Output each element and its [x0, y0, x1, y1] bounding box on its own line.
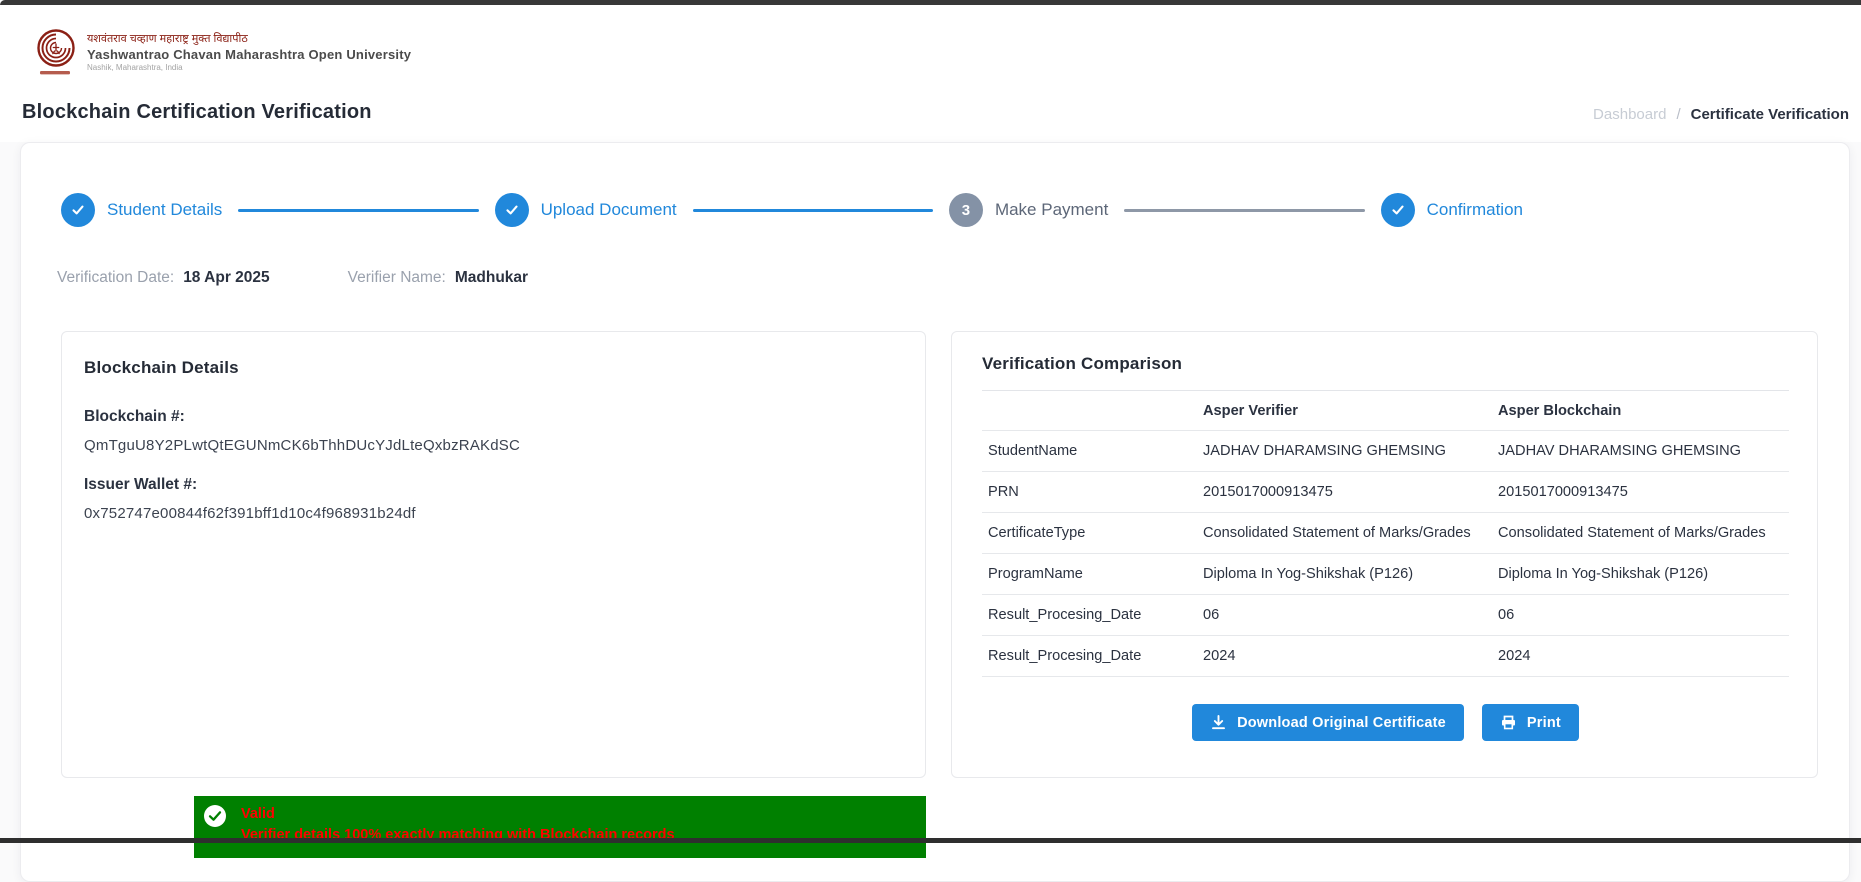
print-button[interactable]: Print: [1481, 704, 1579, 741]
column-header-field: [982, 390, 1197, 431]
blockchain-value: Consolidated Statement of Marks/Grades: [1492, 512, 1787, 554]
action-buttons-row: Download Original Certificate Print: [982, 704, 1789, 741]
step-number-badge: 3: [948, 193, 983, 227]
step-complete-icon: [61, 193, 95, 227]
step-label: Make Payment: [994, 200, 1109, 219]
blockchain-value: Diploma In Yog-Shikshak (P126): [1492, 553, 1787, 595]
verifier-value: 06: [1197, 594, 1492, 636]
verification-date-label: Verification Date:: [57, 269, 175, 286]
step-complete-icon: [1380, 193, 1415, 227]
breadcrumb: Dashboard / Certificate Verification: [1593, 106, 1849, 123]
table-row: StudentName JADHAV DHARAMSING GHEMSING J…: [982, 430, 1789, 472]
verification-date-value: 18 Apr 2025: [183, 269, 270, 286]
field-name: CertificateType: [982, 512, 1197, 554]
table-row: CertificateType Consolidated Statement o…: [982, 512, 1789, 554]
download-original-certificate-button[interactable]: Download Original Certificate: [1192, 704, 1464, 741]
blockchain-value: 2024: [1492, 635, 1787, 677]
window-top-edge: [0, 0, 1861, 5]
verification-meta-row: Verification Date: 18 Apr 2025 Verifier …: [57, 269, 528, 287]
page-header: यशवंतराव चव्हाण महाराष्ट्र मुक्त विद्याप…: [0, 5, 1861, 142]
step-label: Confirmation: [1426, 200, 1523, 219]
verification-card: Student Details Upload Document 3 Make P…: [20, 142, 1850, 882]
valid-check-icon: [204, 805, 226, 827]
issuer-wallet-value: 0x752747e00844f62f391bff1d10c4f968931b24…: [84, 505, 416, 522]
column-header-blockchain: Asper Blockchain: [1492, 390, 1787, 431]
verification-comparison-title: Verification Comparison: [982, 354, 1183, 373]
step-make-payment[interactable]: 3 Make Payment: [948, 193, 1109, 227]
print-button-label: Print: [1526, 714, 1561, 731]
verifier-name-value: Madhukar: [454, 269, 529, 286]
field-name: ProgramName: [982, 553, 1197, 595]
printer-icon: [1501, 715, 1515, 730]
logo-subtitle: Nashik, Maharashtra, India: [87, 63, 183, 72]
blockchain-hash-value: QmTguU8Y2PLwtQtEGUNmCK6bThhDUcYJdLteQxbz…: [84, 437, 521, 454]
blockchain-details-title: Blockchain Details: [84, 358, 239, 377]
verifier-name-pair: Verifier Name: Madhukar: [348, 269, 528, 287]
table-row: PRN 2015017000913475 2015017000913475: [982, 471, 1789, 513]
comparison-header-row: Asper Verifier Asper Blockchain: [982, 390, 1789, 431]
download-icon: [1212, 715, 1226, 730]
field-name: StudentName: [982, 430, 1197, 472]
table-row: Result_Procesing_Date 2024 2024: [982, 635, 1789, 677]
breadcrumb-dashboard-link[interactable]: Dashboard: [1593, 106, 1666, 123]
banner-status: Valid: [241, 806, 275, 822]
step-label: Upload Document: [540, 200, 677, 219]
stepper-connector: [238, 208, 479, 212]
blockchain-value: JADHAV DHARAMSING GHEMSING: [1492, 430, 1787, 472]
validation-result-banner: Valid Verifier details 100% exactly matc…: [194, 796, 926, 858]
verifier-value: 2015017000913475: [1197, 471, 1492, 513]
issuer-wallet-label: Issuer Wallet #:: [84, 476, 198, 493]
field-name: PRN: [982, 471, 1197, 513]
table-row: ProgramName Diploma In Yog-Shikshak (P12…: [982, 553, 1789, 595]
download-button-label: Download Original Certificate: [1237, 714, 1446, 731]
blockchain-details-panel: Blockchain Details Blockchain #: QmTguU8…: [61, 331, 926, 778]
column-header-match: [1787, 390, 1789, 431]
step-complete-icon: [494, 193, 529, 227]
blockchain-value: 2015017000913475: [1492, 471, 1787, 513]
verifier-name-label: Verifier Name:: [347, 269, 446, 286]
logo-text-block: यशवंतराव चव्हाण महाराष्ट्र मुक्त विद्याप…: [87, 28, 411, 73]
step-upload-document[interactable]: Upload Document: [494, 193, 677, 227]
page-title: Blockchain Certification Verification: [22, 101, 372, 123]
blockchain-value: 06: [1492, 594, 1787, 636]
window-bottom-edge: [0, 838, 1861, 843]
field-name: Result_Procesing_Date: [982, 635, 1197, 677]
verifier-value: Diploma In Yog-Shikshak (P126): [1197, 553, 1492, 595]
table-row: Result_Procesing_Date 06 06: [982, 594, 1789, 636]
field-name: Result_Procesing_Date: [982, 594, 1197, 636]
verification-date-pair: Verification Date: 18 Apr 2025: [57, 269, 270, 287]
verifier-value: 2024: [1197, 635, 1492, 677]
stepper-connector: [1124, 208, 1365, 212]
breadcrumb-separator: /: [1676, 106, 1681, 123]
verification-comparison-panel: Verification Comparison Asper Verifier A…: [951, 331, 1818, 778]
step-student-details[interactable]: Student Details: [61, 193, 222, 227]
university-logo[interactable]: यशवंतराव चव्हाण महाराष्ट्र मुक्त विद्याप…: [35, 28, 411, 76]
comparison-table: Asper Verifier Asper Blockchain StudentN…: [982, 390, 1789, 677]
breadcrumb-current-page: Certificate Verification: [1690, 106, 1849, 123]
stepper-connector: [692, 208, 933, 212]
blockchain-hash-label: Blockchain #:: [84, 408, 185, 425]
logo-devanagari-name: यशवंतराव चव्हाण महाराष्ट्र मुक्त विद्याप…: [87, 33, 248, 45]
column-header-verifier: Asper Verifier: [1197, 390, 1492, 431]
verifier-value: JADHAV DHARAMSING GHEMSING: [1197, 430, 1492, 472]
logo-university-name: Yashwantrao Chavan Maharashtra Open Univ…: [87, 47, 412, 62]
university-emblem-icon: [37, 29, 75, 75]
step-confirmation[interactable]: Confirmation: [1380, 193, 1523, 227]
wizard-stepper: Student Details Upload Document 3 Make P…: [61, 193, 1523, 227]
step-label: Student Details: [107, 200, 223, 219]
verifier-value: Consolidated Statement of Marks/Grades: [1197, 512, 1492, 554]
